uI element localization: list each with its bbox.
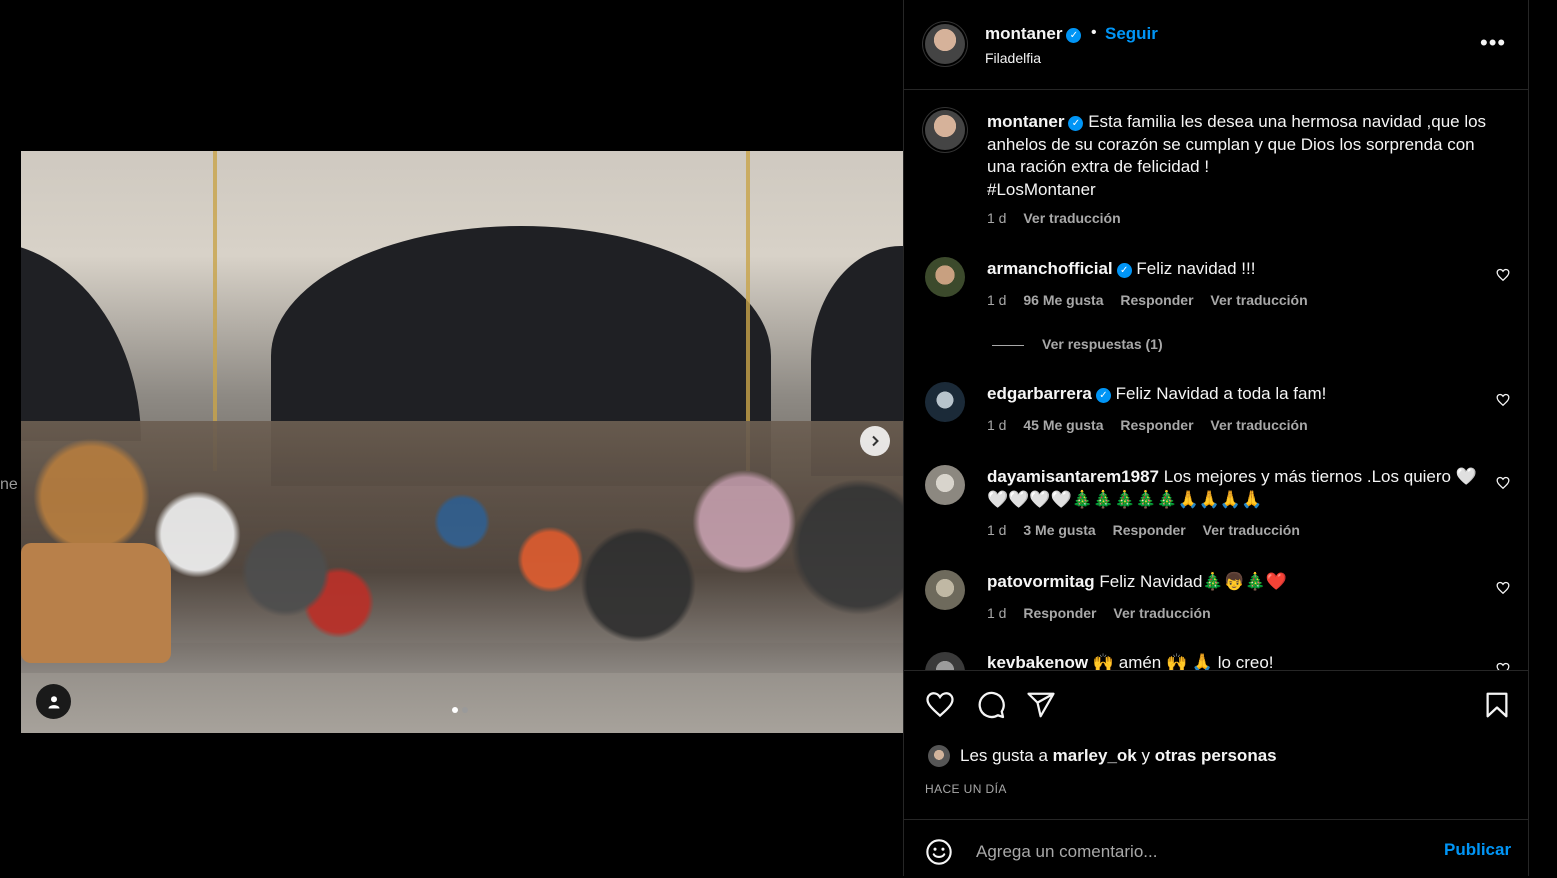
comment-meta: 1 d Responder Ver traducción: [987, 605, 1224, 621]
comment-likes-count[interactable]: 45 Me gusta: [1023, 417, 1103, 433]
author-username[interactable]: montaner ✓: [985, 24, 1082, 44]
verified-badge-icon: ✓: [1066, 28, 1082, 43]
comment-text: Feliz navidad !!!: [1136, 259, 1256, 278]
comment-like-heart-icon[interactable]: [1496, 581, 1510, 595]
liker-avatar[interactable]: [928, 745, 950, 767]
post-header: montaner ✓ • Seguir Filadelfia •••: [904, 0, 1528, 90]
verified-badge-icon: ✓: [1116, 263, 1132, 278]
comment-reply-button[interactable]: Responder: [1120, 292, 1193, 308]
user-tag-icon: [48, 695, 59, 708]
caption-time[interactable]: 1 d: [987, 210, 1006, 226]
likes-and: y: [1141, 746, 1151, 765]
comment-input[interactable]: [974, 836, 1398, 868]
post-actions: Les gusta a marley_ok y otras personas H…: [904, 670, 1528, 877]
tagged-users-button[interactable]: [36, 684, 71, 719]
caption: montaner ✓ Esta familia les desea una her…: [987, 111, 1497, 201]
carousel-dot-active: [452, 707, 458, 713]
comment-text: Feliz Navidad a toda la fam!: [1115, 384, 1327, 403]
comment-meta: 1 d 96 Me gusta Responder Ver traducción: [987, 292, 1321, 308]
comment-translate-button[interactable]: Ver traducción: [1210, 417, 1307, 433]
chevron-right-icon: [872, 435, 879, 447]
comment-avatar[interactable]: [925, 257, 965, 297]
photo-arch-left: [21, 241, 141, 441]
comment-reply-button[interactable]: Responder: [1023, 605, 1096, 621]
comment-avatar[interactable]: [925, 652, 965, 670]
caption-author-avatar[interactable]: [925, 110, 965, 150]
likes-others-link[interactable]: otras personas: [1155, 746, 1277, 765]
replies-divider: [992, 344, 1024, 346]
caption-meta: 1 d Ver traducción: [987, 210, 1134, 226]
likes-summary: Les gusta a marley_ok y otras personas: [928, 745, 1277, 767]
likes-prefix: Les gusta a: [960, 746, 1048, 765]
follow-button[interactable]: Seguir: [1105, 24, 1158, 44]
heart-icon[interactable]: [925, 690, 955, 720]
comment-username[interactable]: edgarbarrera: [987, 384, 1092, 403]
publish-button[interactable]: Publicar: [1444, 840, 1511, 860]
comment-meta: 1 d 3 Me gusta Responder Ver traducción: [987, 522, 1313, 538]
comment-item: dayamisantarem1987 Los mejores y más tie…: [987, 466, 1497, 511]
comment-time[interactable]: 1 d: [987, 417, 1006, 433]
view-replies-button[interactable]: Ver respuestas (1): [992, 336, 1163, 352]
comment-meta: 1 d 45 Me gusta Responder Ver traducción: [987, 417, 1321, 433]
comment-composer: Publicar: [904, 819, 1528, 878]
emoji-icon[interactable]: [925, 838, 953, 866]
post-location[interactable]: Filadelfia: [985, 50, 1041, 66]
likes-user[interactable]: marley_ok: [1053, 746, 1137, 765]
author-username-text[interactable]: montaner: [985, 24, 1062, 43]
comment-like-heart-icon[interactable]: [1496, 268, 1510, 282]
comment-item: patovormitag Feliz Navidad🎄👦🎄❤️: [987, 571, 1497, 594]
comment-item: kevbakenow 🙌 amén 🙌 🙏 lo creo!: [987, 652, 1497, 670]
caption-username[interactable]: montaner: [987, 112, 1064, 131]
comment-likes-count[interactable]: 3 Me gusta: [1023, 522, 1095, 538]
comment-username[interactable]: armanchofficial: [987, 259, 1113, 278]
comment-likes-count[interactable]: 96 Me gusta: [1023, 292, 1103, 308]
comment-time[interactable]: 1 d: [987, 522, 1006, 538]
carousel-next-button[interactable]: [860, 426, 890, 456]
comment-username[interactable]: kevbakenow: [987, 653, 1088, 670]
header-separator: •: [1091, 24, 1097, 41]
post-timestamp[interactable]: HACE UN DÍA: [925, 782, 1007, 796]
comment-like-heart-icon[interactable]: [1496, 393, 1510, 407]
comment-translate-button[interactable]: Ver traducción: [1203, 522, 1300, 538]
comment-username[interactable]: dayamisantarem1987: [987, 467, 1159, 486]
post-photo[interactable]: [21, 151, 903, 733]
comments-list[interactable]: montaner ✓ Esta familia les desea una her…: [904, 90, 1528, 670]
carousel-dot: [462, 707, 468, 713]
send-icon[interactable]: [1026, 690, 1056, 720]
author-avatar[interactable]: [925, 24, 965, 64]
comment-reply-button[interactable]: Responder: [1120, 417, 1193, 433]
previous-post-peek-text: ne: [0, 476, 18, 493]
comment-username[interactable]: patovormitag: [987, 572, 1095, 591]
comment-avatar[interactable]: [925, 465, 965, 505]
verified-badge-icon: ✓: [1095, 388, 1111, 403]
view-replies-label[interactable]: Ver respuestas (1): [1042, 336, 1163, 352]
verified-badge-icon: ✓: [1068, 116, 1084, 131]
bookmark-icon[interactable]: [1482, 690, 1512, 720]
carousel-indicator: [452, 707, 468, 713]
caption-translate-button[interactable]: Ver traducción: [1023, 210, 1120, 226]
comment-translate-button[interactable]: Ver traducción: [1113, 605, 1210, 621]
comment-icon[interactable]: [976, 690, 1006, 720]
comment-like-heart-icon[interactable]: [1496, 476, 1510, 490]
comment-item: edgarbarrera ✓ Feliz Navidad a toda la fa…: [987, 383, 1497, 406]
comment-item: armanchofficial ✓ Feliz navidad !!!: [987, 258, 1497, 281]
comment-text: 🙌 amén 🙌 🙏 lo creo!: [1092, 653, 1274, 670]
comment-translate-button[interactable]: Ver traducción: [1210, 292, 1307, 308]
comment-time[interactable]: 1 d: [987, 292, 1006, 308]
post-side-panel: montaner ✓ • Seguir Filadelfia ••• montan…: [903, 0, 1529, 876]
comment-avatar[interactable]: [925, 382, 965, 422]
comment-reply-button[interactable]: Responder: [1113, 522, 1186, 538]
media-stage: ne: [0, 0, 903, 876]
more-options-icon[interactable]: •••: [1480, 30, 1506, 56]
photo-sofa: [21, 543, 171, 663]
comment-time[interactable]: 1 d: [987, 605, 1006, 621]
comment-text: Feliz Navidad🎄👦🎄❤️: [1099, 572, 1288, 591]
caption-hashtag[interactable]: #LosMontaner: [987, 180, 1096, 199]
comment-like-heart-icon[interactable]: [1496, 662, 1510, 670]
comment-avatar[interactable]: [925, 570, 965, 610]
